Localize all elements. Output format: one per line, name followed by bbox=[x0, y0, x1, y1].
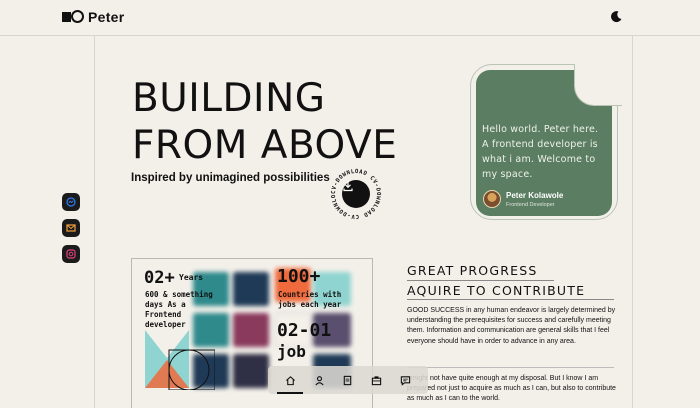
dock-home[interactable] bbox=[277, 371, 304, 394]
mail-link[interactable] bbox=[62, 219, 80, 237]
about-divider bbox=[407, 367, 614, 368]
intro-card-text: Hello world. Peter here. A frontend deve… bbox=[482, 124, 599, 180]
moon-icon[interactable] bbox=[609, 10, 623, 24]
download-cv-button[interactable]: CV-DOWNLOAD CV-DOWNLOAD CV-DOWNLOAD bbox=[329, 167, 383, 221]
home-icon bbox=[285, 375, 295, 385]
brand-name: Peter bbox=[88, 9, 125, 25]
avatar bbox=[483, 190, 501, 208]
about-divider bbox=[407, 280, 554, 281]
brand-logo[interactable]: Peter bbox=[62, 9, 125, 25]
messenger-icon bbox=[66, 197, 76, 207]
message-icon bbox=[400, 375, 411, 386]
dock-contact[interactable] bbox=[397, 371, 415, 389]
job-unit: job bbox=[277, 342, 306, 361]
briefcase-icon bbox=[372, 375, 382, 385]
user-icon bbox=[315, 375, 324, 385]
logo-mark-icon bbox=[62, 10, 84, 24]
download-icon bbox=[342, 180, 370, 208]
hero-subtitle: Inspired by unimagined possibilities bbox=[131, 172, 330, 184]
mail-icon bbox=[66, 224, 76, 232]
intro-card-role: Frontend Developer bbox=[506, 202, 555, 208]
hero-title: BUILDING FROM ABOVE bbox=[132, 76, 398, 168]
bottom-dock bbox=[268, 366, 428, 394]
geometric-pattern bbox=[145, 330, 215, 390]
document-icon bbox=[344, 375, 352, 385]
top-navbar: Peter bbox=[0, 0, 700, 36]
intro-card-name: Peter Kolawole bbox=[506, 191, 564, 200]
messenger-link[interactable] bbox=[62, 193, 80, 211]
intro-card-notch bbox=[574, 64, 622, 106]
dock-about[interactable] bbox=[310, 371, 328, 389]
jobs-description: Countries with jobs each year bbox=[278, 290, 342, 309]
job-value: 02-01 bbox=[277, 320, 332, 341]
jobs-value: 100+ bbox=[277, 266, 321, 287]
instagram-icon bbox=[66, 249, 76, 259]
years-value: 02+ bbox=[144, 268, 175, 288]
experience-tile bbox=[233, 313, 269, 347]
years-description: 600 & something days As a Frontend devel… bbox=[145, 290, 213, 329]
about-paragraph-1: GOOD SUCCESS in any human endeavor is la… bbox=[407, 307, 616, 345]
about-heading-1: GREAT PROGRESS bbox=[407, 263, 538, 278]
experience-tile bbox=[233, 354, 269, 388]
experience-tile bbox=[233, 272, 269, 306]
about-paragraph-2: I might not have quite enough at my disp… bbox=[407, 375, 616, 403]
dock-work[interactable] bbox=[368, 371, 386, 389]
dock-resume[interactable] bbox=[339, 371, 357, 389]
instagram-link[interactable] bbox=[62, 245, 80, 263]
frame-divider-left bbox=[94, 36, 95, 408]
frame-divider-right bbox=[632, 36, 633, 408]
about-heading-2: AQUIRE TO CONTRIBUTE bbox=[407, 283, 586, 298]
about-divider bbox=[407, 299, 614, 300]
years-unit: Years bbox=[179, 273, 204, 282]
